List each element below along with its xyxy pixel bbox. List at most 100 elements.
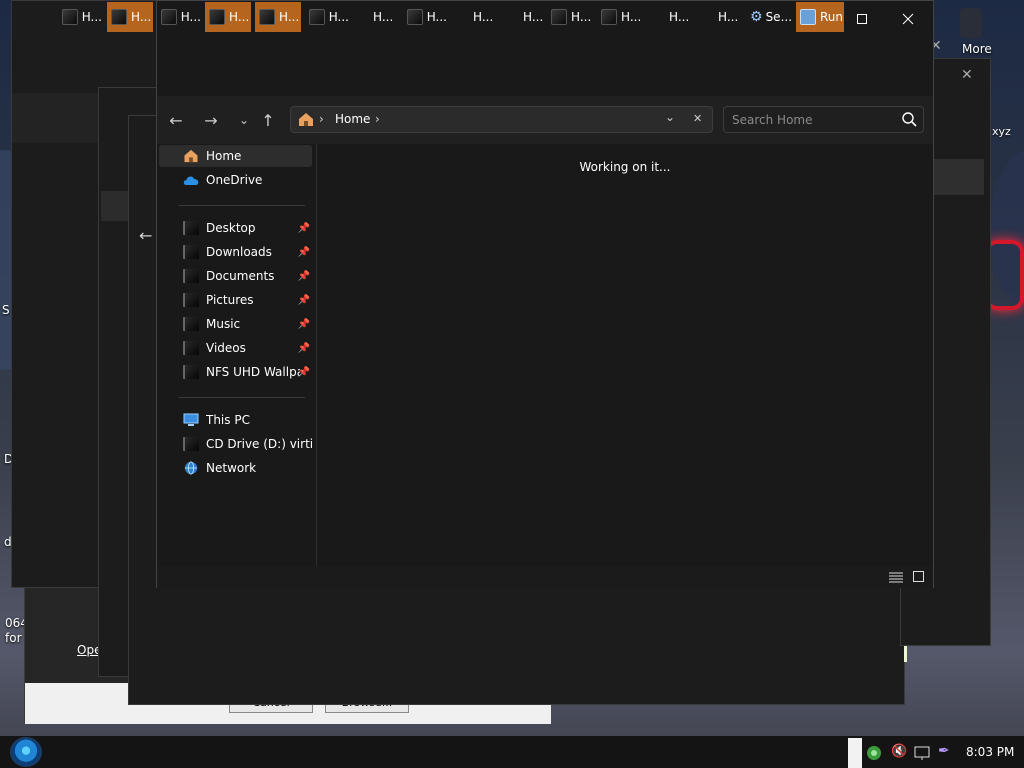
taskbar-item-label: H... [426, 10, 447, 24]
pin-icon[interactable]: 📌 [298, 319, 310, 330]
sidebar-item-desktop[interactable]: Desktop 📌 [159, 217, 312, 239]
taskbar-item[interactable]: H... [505, 2, 549, 32]
taskbar-item-label: H... [621, 10, 642, 24]
desktop-partial-text: S [2, 303, 10, 317]
app-icon [551, 9, 567, 25]
taskbar-item-settings[interactable]: ⚙ Se... [748, 2, 794, 32]
volume-muted-icon[interactable]: 🔇 [891, 744, 907, 759]
taskbar-item-label: H... [328, 10, 349, 24]
file-explorer-window[interactable]: ← → ⌄ ↑ › Home › ⌄ ✕ Home OneDrive Deskt… [156, 0, 934, 588]
pin-icon[interactable]: 📌 [298, 223, 310, 234]
taskbar-item[interactable]: H... [205, 2, 251, 32]
sidebar-item-videos[interactable]: Videos 📌 [159, 337, 312, 359]
sidebar-item-label: Downloads [206, 245, 272, 259]
taskbar-item[interactable]: H... [355, 2, 399, 32]
taskbar-item[interactable]: H... [107, 2, 153, 32]
search-icon[interactable] [902, 112, 917, 127]
sidebar-item-label: OneDrive [206, 173, 263, 187]
sidebar-item-this-pc[interactable]: This PC [159, 409, 312, 431]
sidebar-item-documents[interactable]: Documents 📌 [159, 265, 312, 287]
search-input[interactable] [732, 111, 892, 129]
taskbar-item[interactable]: H... [58, 2, 102, 32]
display-icon[interactable] [914, 745, 930, 761]
app-icon [62, 9, 78, 25]
up-arrow-icon[interactable]: ↑ [257, 109, 279, 131]
folder-icon [183, 365, 199, 379]
network-tray-icon[interactable] [866, 745, 882, 761]
details-view-icon[interactable] [888, 571, 904, 583]
pin-icon[interactable]: 📌 [298, 247, 310, 258]
desktop-more-label[interactable]: More [962, 42, 992, 56]
taskbar-item[interactable]: H... [305, 2, 349, 32]
folder-icon [183, 245, 199, 259]
breadcrumb-separator[interactable]: › [319, 112, 324, 126]
app-icon [209, 9, 225, 25]
clear-address-icon[interactable]: ✕ [693, 112, 702, 125]
show-hidden-panel[interactable] [848, 738, 862, 768]
taskbar-item[interactable]: H... [700, 2, 744, 32]
forward-arrow-icon[interactable]: → [200, 109, 222, 131]
taskbar-item[interactable]: H... [157, 2, 201, 32]
sidebar-item-downloads[interactable]: Downloads 📌 [159, 241, 312, 263]
taskbar-item[interactable]: H... [601, 2, 645, 32]
sidebar-item-pictures[interactable]: Pictures 📌 [159, 289, 312, 311]
taskbar-item-label: H... [131, 10, 152, 24]
folder-icon [183, 341, 199, 355]
sidebar-item-home[interactable]: Home [159, 145, 312, 167]
navigation-pane[interactable]: Home OneDrive Desktop 📌 Downloads 📌 Docu… [157, 144, 317, 566]
pin-icon[interactable]: 📌 [298, 343, 310, 354]
back-arrow-icon[interactable]: ← [139, 226, 152, 245]
recent-locations-chevron-icon[interactable]: ⌄ [233, 109, 255, 131]
taskbar-item[interactable]: H... [403, 2, 447, 32]
close-button[interactable] [885, 1, 931, 37]
folder-icon [183, 317, 199, 331]
sidebar-item-label: Pictures [206, 293, 254, 307]
large-icons-view-icon[interactable] [912, 570, 925, 583]
sidebar-item-cd-drive[interactable]: CD Drive (D:) virtio-w [159, 433, 312, 455]
sidebar-item-onedrive[interactable]: OneDrive [159, 169, 312, 191]
taskbar-item-label: H... [373, 10, 394, 24]
breadcrumb-chevron[interactable]: › [375, 112, 380, 126]
maximize-button[interactable] [839, 1, 885, 37]
close-icon[interactable]: ✕ [961, 67, 973, 83]
taskbar-item[interactable]: H... [651, 2, 695, 32]
taskbar-item-label: H... [473, 10, 494, 24]
sidebar-item-music[interactable]: Music 📌 [159, 313, 312, 335]
search-fragment [931, 159, 984, 195]
sidebar-item-label: CD Drive (D:) virtio-w [206, 437, 312, 451]
network-globe-icon [184, 461, 198, 475]
home-icon [184, 149, 198, 163]
pin-icon[interactable]: 📌 [298, 295, 310, 306]
search-box[interactable] [723, 106, 924, 133]
pin-icon[interactable]: 📌 [298, 271, 310, 282]
start-button-orb-icon[interactable] [10, 737, 42, 767]
sidebar-item-label: Desktop [206, 221, 256, 235]
taskbar-item-run[interactable]: Run [796, 2, 844, 32]
app-icon [161, 9, 177, 25]
scroll-marker [904, 646, 907, 662]
maximize-icon [857, 14, 867, 24]
pen-feather-icon[interactable]: ✒ [938, 743, 950, 759]
file-list-area[interactable]: Working on it... [317, 144, 933, 566]
taskbar-item[interactable]: H... [551, 2, 595, 32]
pin-icon[interactable]: 📌 [298, 367, 310, 378]
run-icon [800, 9, 816, 25]
taskbar-item-label: Se... [765, 10, 793, 24]
breadcrumb-home[interactable]: Home [335, 112, 370, 126]
taskbar-item[interactable]: H... [255, 2, 301, 32]
taskbar-item-label: H... [571, 10, 592, 24]
address-dropdown-chevron-icon[interactable]: ⌄ [665, 110, 675, 124]
sidebar-item-label: Music [206, 317, 241, 331]
address-bar[interactable]: › Home › ⌄ ✕ [290, 106, 713, 133]
taskbar-item[interactable]: H... [455, 2, 499, 32]
desktop-icon[interactable] [960, 8, 982, 38]
app-icon [601, 9, 617, 25]
sidebar-item-nfs-wallpaper[interactable]: NFS UHD Wallpap 📌 [159, 361, 312, 383]
taskbar-item-label: Run [820, 10, 844, 24]
back-arrow-icon[interactable]: ← [165, 109, 187, 131]
sidebar-item-label: Videos [206, 341, 246, 355]
taskbar-item-label: H... [523, 10, 544, 24]
clock[interactable]: 8:03 PM [966, 745, 1014, 759]
sidebar-separator [179, 397, 305, 398]
sidebar-item-network[interactable]: Network [159, 457, 312, 479]
